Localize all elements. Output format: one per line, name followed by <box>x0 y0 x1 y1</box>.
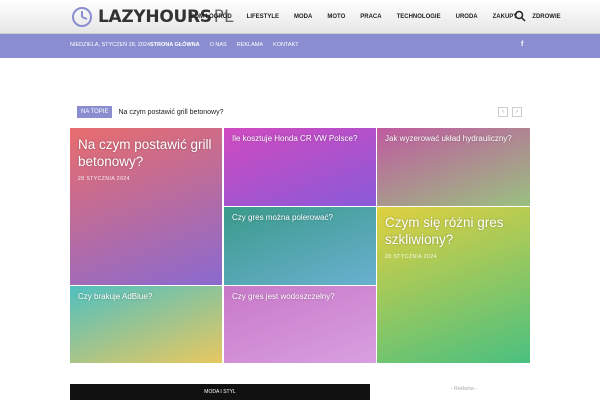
clock-logo-icon <box>72 7 92 27</box>
nav-moda[interactable]: MODA <box>294 14 312 20</box>
facebook-icon[interactable]: f <box>521 41 523 48</box>
nav-zdrowie[interactable]: ZDROWIE <box>532 14 560 20</box>
tile-date: 28 STYCZNIA 2024 <box>385 254 437 260</box>
tile-date: 28 STYCZNIA 2024 <box>78 176 130 182</box>
ad-label: - Reklama - <box>451 386 477 392</box>
nav-uroda[interactable]: URODA <box>456 14 478 20</box>
top-bar: NIEDZIELA, STYCZEŃ 28, 2024 STRONA GŁÓWN… <box>0 34 600 58</box>
site-header: LAZYHOURS PL DOM I OGRÓD LIFESTYLE MODA … <box>0 0 600 34</box>
section-label: MODA I STYL <box>204 389 236 395</box>
ticker-headline[interactable]: Na czym postawić grill betonowy? <box>118 109 223 116</box>
nav-moto[interactable]: MOTO <box>327 14 345 20</box>
section-header-moda-styl: MODA I STYL <box>70 384 370 400</box>
featured-tile-grill[interactable]: Na czym postawić grill betonowy? 28 STYC… <box>70 128 222 285</box>
current-date: NIEDZIELA, STYCZEŃ 28, 2024 <box>70 42 151 48</box>
featured-tile-gres-szkliwiony[interactable]: Czym się różni gres szkliwiony? 28 STYCZ… <box>377 207 530 363</box>
tile-title[interactable]: Czy gres jest wodoszczelny? <box>232 292 372 302</box>
tile-title[interactable]: Jak wyzerować układ hydrauliczny? <box>385 134 525 144</box>
ticker-next-button[interactable]: › <box>512 107 522 117</box>
featured-tile-hydraulika[interactable]: Jak wyzerować układ hydrauliczny? <box>377 128 530 206</box>
tile-title[interactable]: Ile kosztuje Honda CR VW Polsce? <box>232 134 372 144</box>
nav-technologie[interactable]: TECHNOLOGIE <box>397 14 441 20</box>
featured-tile-honda[interactable]: Ile kosztuje Honda CR VW Polsce? <box>224 128 376 206</box>
nav-dom-i-ogrod[interactable]: DOM I OGRÓD <box>190 14 232 20</box>
ticker-tag: NA TOPIE <box>77 106 113 118</box>
nav-strona-glowna[interactable]: STRONA GŁÓWNA <box>150 42 200 48</box>
featured-tile-adblue[interactable]: Czy brakuje AdBlue? <box>70 286 222 363</box>
tile-title[interactable]: Czy gres można polerować? <box>232 213 372 223</box>
tile-title[interactable]: Czy brakuje AdBlue? <box>78 292 218 302</box>
secondary-nav: STRONA GŁÓWNA O NAS REKLAMA KONTAKT <box>150 42 309 48</box>
nav-lifestyle[interactable]: LIFESTYLE <box>247 14 279 20</box>
tile-title[interactable]: Czym się różni gres szkliwiony? <box>385 214 525 248</box>
nav-reklama[interactable]: REKLAMA <box>237 42 263 48</box>
ticker-prev-button[interactable]: ‹ <box>498 107 508 117</box>
nav-praca[interactable]: PRACA <box>360 14 381 20</box>
nav-o-nas[interactable]: O NAS <box>210 42 227 48</box>
tile-title[interactable]: Na czym postawić grill betonowy? <box>78 136 218 170</box>
search-icon[interactable] <box>514 10 526 22</box>
nav-kontakt[interactable]: KONTAKT <box>273 42 299 48</box>
featured-tile-gres-polerowac[interactable]: Czy gres można polerować? <box>224 207 376 285</box>
featured-tile-gres-wodoszczelny[interactable]: Czy gres jest wodoszczelny? <box>224 286 376 363</box>
news-ticker: NA TOPIE Na czym postawić grill betonowy… <box>77 106 224 118</box>
